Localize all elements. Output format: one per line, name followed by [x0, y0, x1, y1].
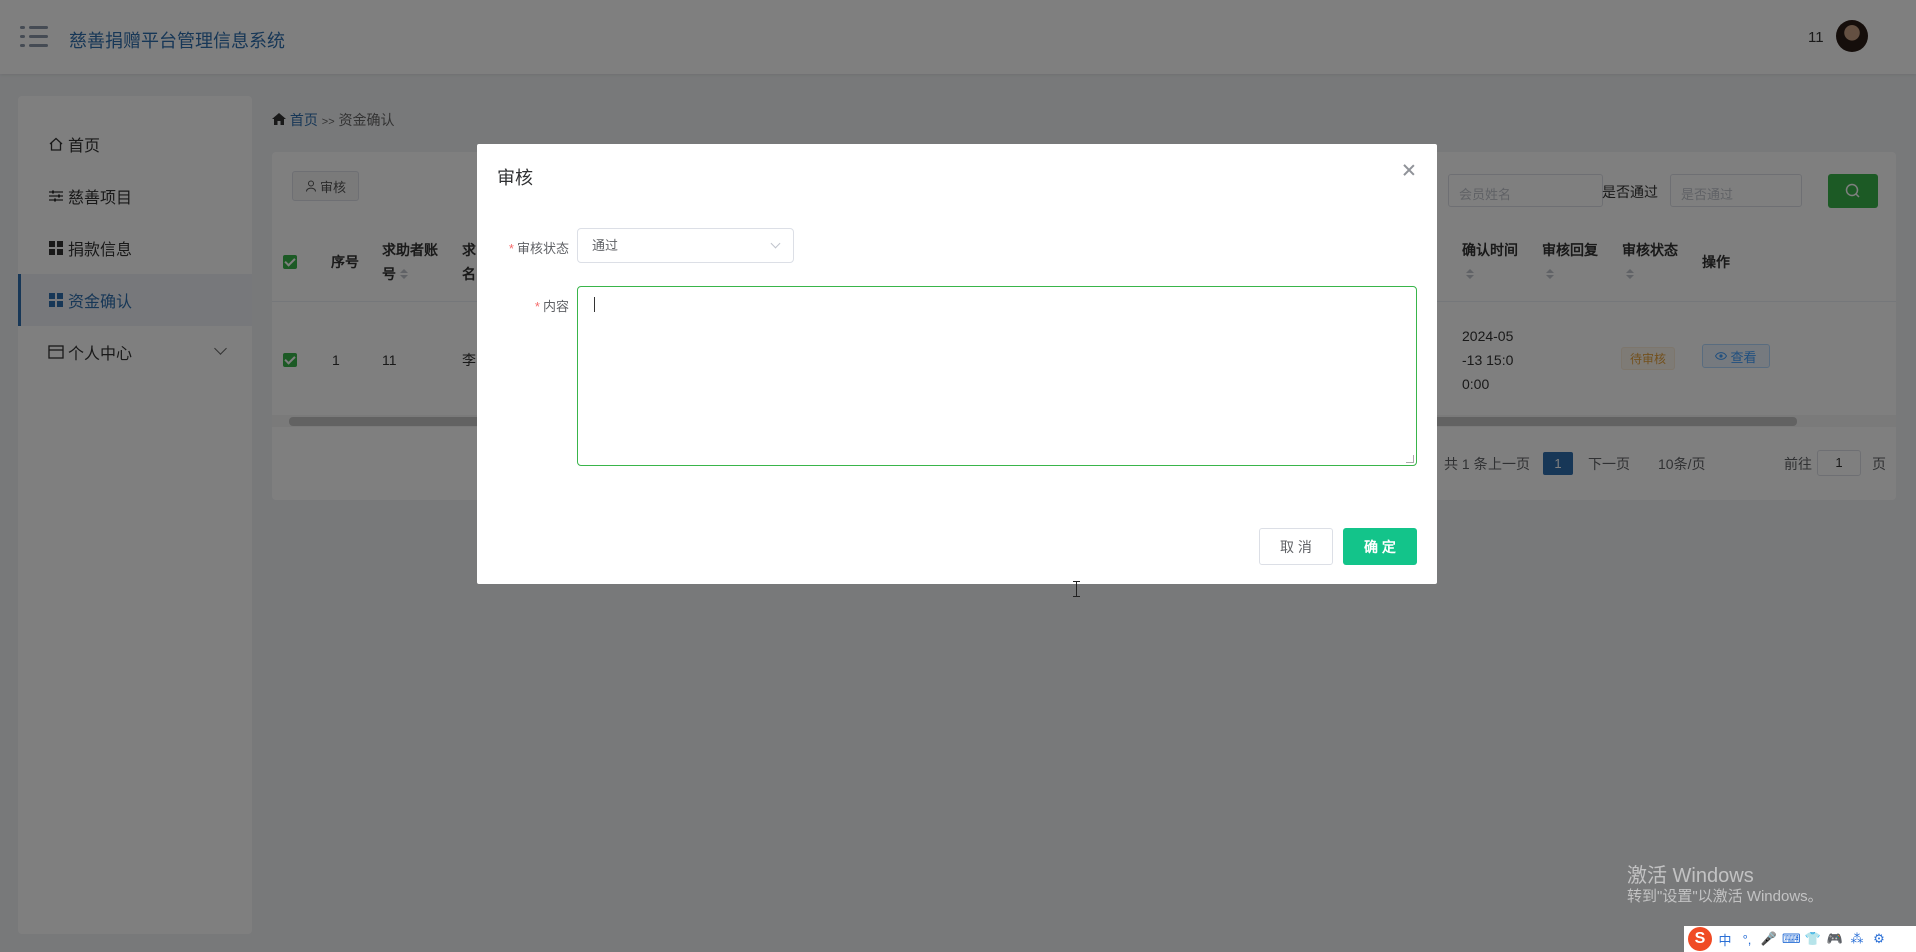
cancel-button[interactable]: 取 消 — [1259, 528, 1333, 565]
microphone-icon[interactable]: 🎤 — [1760, 931, 1778, 947]
resize-handle[interactable] — [1406, 455, 1414, 463]
activation-watermark-subtitle: 转到"设置"以激活 Windows。 — [1627, 888, 1823, 905]
close-icon[interactable] — [1401, 162, 1417, 178]
sogou-logo-icon[interactable]: S — [1688, 927, 1712, 951]
game-icon[interactable]: 🎮 — [1826, 931, 1844, 947]
confirm-button[interactable]: 确 定 — [1343, 528, 1417, 565]
dialog-title: 审核 — [497, 168, 533, 188]
status-select[interactable]: 通过 — [577, 228, 794, 263]
ime-chinese-mode[interactable]: 中 — [1716, 930, 1734, 949]
ime-toolbar: S 中 °, 🎤 ⌨ 👕 🎮 ⁂ ⚙ — [1684, 926, 1916, 952]
activation-watermark-title: 激活 Windows — [1627, 865, 1754, 887]
text-caret — [594, 297, 595, 312]
content-label: * 内容 — [534, 299, 569, 314]
settings-icon[interactable]: ⚙ — [1870, 931, 1888, 947]
text-cursor-icon — [1072, 581, 1081, 597]
toolbox-icon[interactable]: ⁂ — [1848, 931, 1866, 947]
status-label: * 审核状态 — [508, 241, 569, 256]
keyboard-icon[interactable]: ⌨ — [1782, 931, 1801, 947]
audit-dialog: 审核 * 审核状态 通过 * 内容 取 消 确 定 — [477, 144, 1437, 597]
status-select-value: 通过 — [592, 238, 619, 253]
ime-punctuation-icon[interactable]: °, — [1738, 932, 1756, 947]
chevron-down-icon — [770, 238, 781, 249]
skin-icon[interactable]: 👕 — [1804, 931, 1822, 947]
content-textarea[interactable] — [577, 286, 1417, 597]
